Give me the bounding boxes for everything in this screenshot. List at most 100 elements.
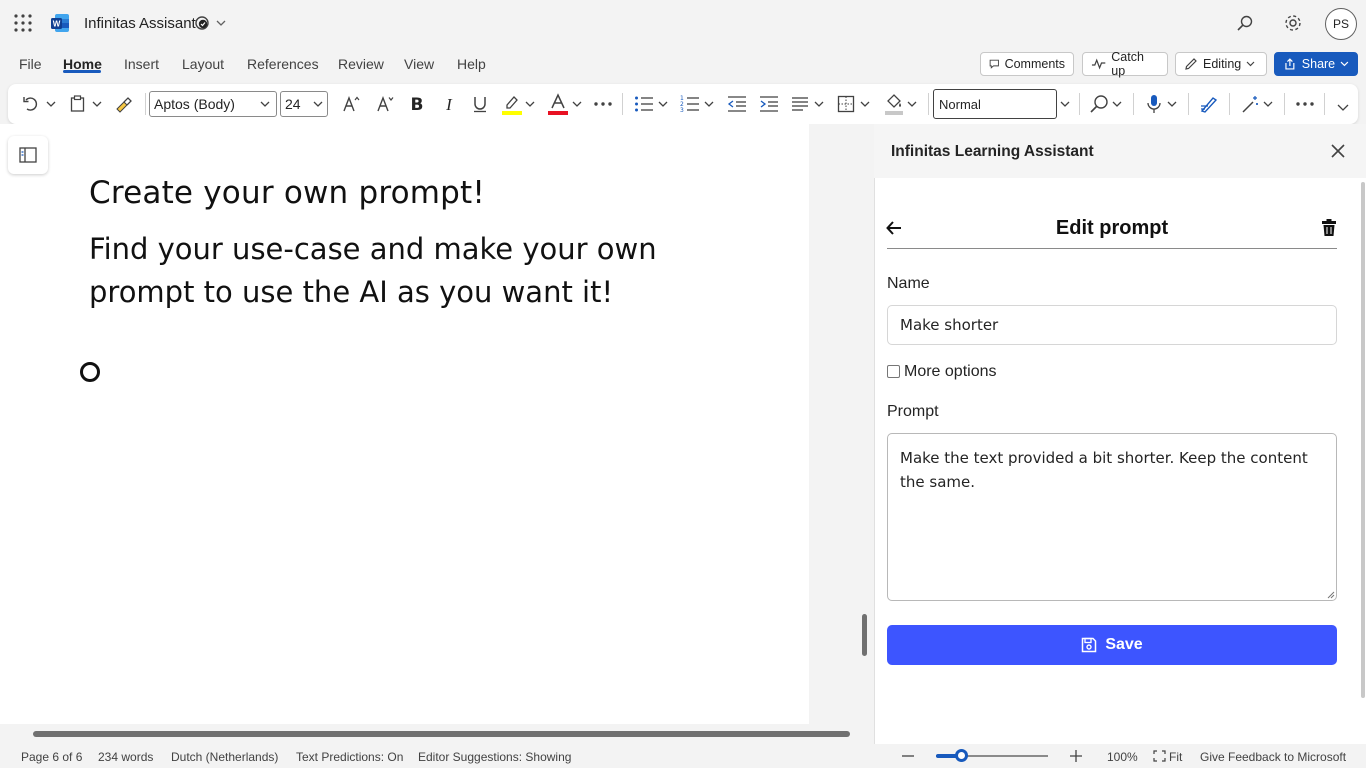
- panel-scrollbar[interactable]: [1361, 182, 1365, 698]
- comment-icon: [989, 59, 999, 69]
- borders-dropdown[interactable]: [860, 84, 870, 124]
- chevron-down-icon: [704, 101, 714, 107]
- dictate-button[interactable]: [1146, 84, 1162, 124]
- highlight-button[interactable]: [501, 84, 523, 124]
- ribbon-separator: [1229, 93, 1230, 115]
- document-heading[interactable]: Create your own prompt!: [89, 175, 485, 211]
- name-input[interactable]: [887, 305, 1337, 345]
- zoom-in-icon[interactable]: [1070, 750, 1082, 762]
- catch-up-button[interactable]: Catch up: [1082, 50, 1168, 78]
- tab-file[interactable]: File: [19, 56, 42, 72]
- zoom-out-icon[interactable]: [902, 755, 914, 757]
- feedback-link[interactable]: Give Feedback to Microsoft: [1200, 750, 1346, 764]
- gear-icon[interactable]: [1284, 14, 1302, 32]
- document-subheading[interactable]: Find your use-case and make your own pro…: [89, 228, 709, 314]
- app-launcher-icon[interactable]: [14, 14, 32, 32]
- format-painter-button[interactable]: [115, 84, 133, 124]
- vertical-scrollbar[interactable]: [862, 614, 867, 656]
- find-dropdown[interactable]: [1112, 84, 1122, 124]
- underline-button[interactable]: [472, 84, 488, 124]
- tab-view[interactable]: View: [404, 56, 434, 72]
- undo-button[interactable]: [22, 84, 40, 124]
- more-font-options-button[interactable]: [594, 84, 612, 124]
- designer-dropdown[interactable]: [1263, 84, 1273, 124]
- underline-icon: [474, 97, 486, 113]
- more-options-checkbox[interactable]: [887, 365, 900, 378]
- numbering-button[interactable]: 123: [680, 84, 700, 124]
- more-options-button[interactable]: [1296, 84, 1314, 124]
- font-name-box[interactable]: Aptos (Body): [149, 91, 277, 117]
- tab-references[interactable]: References: [247, 56, 319, 72]
- prompt-textarea[interactable]: Make the text provided a bit shorter. Ke…: [887, 433, 1337, 601]
- back-arrow-icon[interactable]: [885, 219, 903, 237]
- shading-button[interactable]: [884, 84, 904, 124]
- avatar[interactable]: PS: [1325, 8, 1357, 40]
- styles-dropdown[interactable]: [1060, 84, 1070, 124]
- search-icon[interactable]: [1236, 14, 1254, 32]
- page-count[interactable]: Page 6 of 6: [21, 750, 82, 764]
- paste-button[interactable]: [70, 84, 86, 124]
- font-color-icon: [548, 93, 568, 115]
- fit-icon[interactable]: [1153, 750, 1166, 762]
- trash-icon[interactable]: [1321, 219, 1337, 237]
- designer-button[interactable]: [1240, 84, 1260, 124]
- bold-button[interactable]: B: [410, 84, 424, 124]
- zoom-level[interactable]: 100%: [1107, 750, 1138, 764]
- chevron-down-icon[interactable]: [216, 19, 226, 27]
- status-bar: Page 6 of 6 234 words Dutch (Netherlands…: [0, 744, 1366, 768]
- highlight-dropdown[interactable]: [525, 84, 535, 124]
- floppy-disk-icon: [1082, 637, 1097, 653]
- borders-icon: [837, 95, 855, 113]
- chevron-down-icon: [1340, 61, 1349, 67]
- save-button[interactable]: Save: [887, 625, 1337, 665]
- language-status[interactable]: Dutch (Netherlands): [171, 750, 278, 764]
- dictate-dropdown[interactable]: [1167, 84, 1177, 124]
- bullets-button[interactable]: [634, 84, 654, 124]
- bullets-dropdown[interactable]: [658, 84, 668, 124]
- align-button[interactable]: [791, 84, 809, 124]
- editor-suggestions-status[interactable]: Editor Suggestions: Showing: [418, 750, 571, 764]
- editing-mode-button[interactable]: Editing: [1175, 52, 1267, 76]
- shading-dropdown[interactable]: [907, 84, 917, 124]
- tab-layout[interactable]: Layout: [182, 56, 224, 72]
- shrink-font-button[interactable]: [376, 84, 396, 124]
- find-icon: [1090, 95, 1108, 113]
- editing-label: Editing: [1203, 57, 1242, 71]
- grow-font-button[interactable]: [342, 84, 362, 124]
- ribbon-separator: [1284, 93, 1285, 115]
- document-title[interactable]: Infinitas Assisant: [84, 15, 196, 32]
- editor-button[interactable]: [1199, 84, 1219, 124]
- italic-button[interactable]: I: [442, 84, 456, 124]
- tab-insert[interactable]: Insert: [124, 56, 159, 72]
- font-size-box[interactable]: 24: [280, 91, 328, 117]
- share-button[interactable]: Share: [1274, 52, 1358, 76]
- document-page[interactable]: [0, 124, 809, 724]
- comments-button[interactable]: Comments: [980, 52, 1074, 76]
- expand-ribbon-button[interactable]: [1337, 88, 1349, 128]
- borders-button[interactable]: [837, 84, 855, 124]
- ribbon-separator: [1324, 93, 1325, 115]
- undo-dropdown[interactable]: [46, 84, 56, 124]
- align-dropdown[interactable]: [814, 84, 824, 124]
- horizontal-scrollbar[interactable]: [33, 731, 850, 737]
- tab-review[interactable]: Review: [338, 56, 384, 72]
- style-box[interactable]: Normal: [933, 89, 1057, 119]
- text-predictions-status[interactable]: Text Predictions: On: [296, 750, 403, 764]
- find-button[interactable]: [1089, 84, 1109, 124]
- resize-handle-icon[interactable]: [1325, 589, 1335, 599]
- paste-dropdown[interactable]: [92, 84, 102, 124]
- tab-help[interactable]: Help: [457, 56, 486, 72]
- font-color-button[interactable]: [547, 84, 569, 124]
- fit-label[interactable]: Fit: [1169, 750, 1182, 764]
- close-icon[interactable]: [1330, 143, 1346, 159]
- zoom-slider-thumb[interactable]: [955, 749, 968, 762]
- word-count[interactable]: 234 words: [98, 750, 153, 764]
- decrease-indent-button[interactable]: [727, 84, 747, 124]
- numbering-dropdown[interactable]: [704, 84, 714, 124]
- comments-label: Comments: [1004, 57, 1065, 71]
- more-options-label[interactable]: More options: [904, 363, 997, 381]
- navigation-pane-button[interactable]: [8, 136, 48, 174]
- font-color-dropdown[interactable]: [572, 84, 582, 124]
- magic-wand-icon: [1242, 96, 1258, 113]
- increase-indent-button[interactable]: [759, 84, 779, 124]
